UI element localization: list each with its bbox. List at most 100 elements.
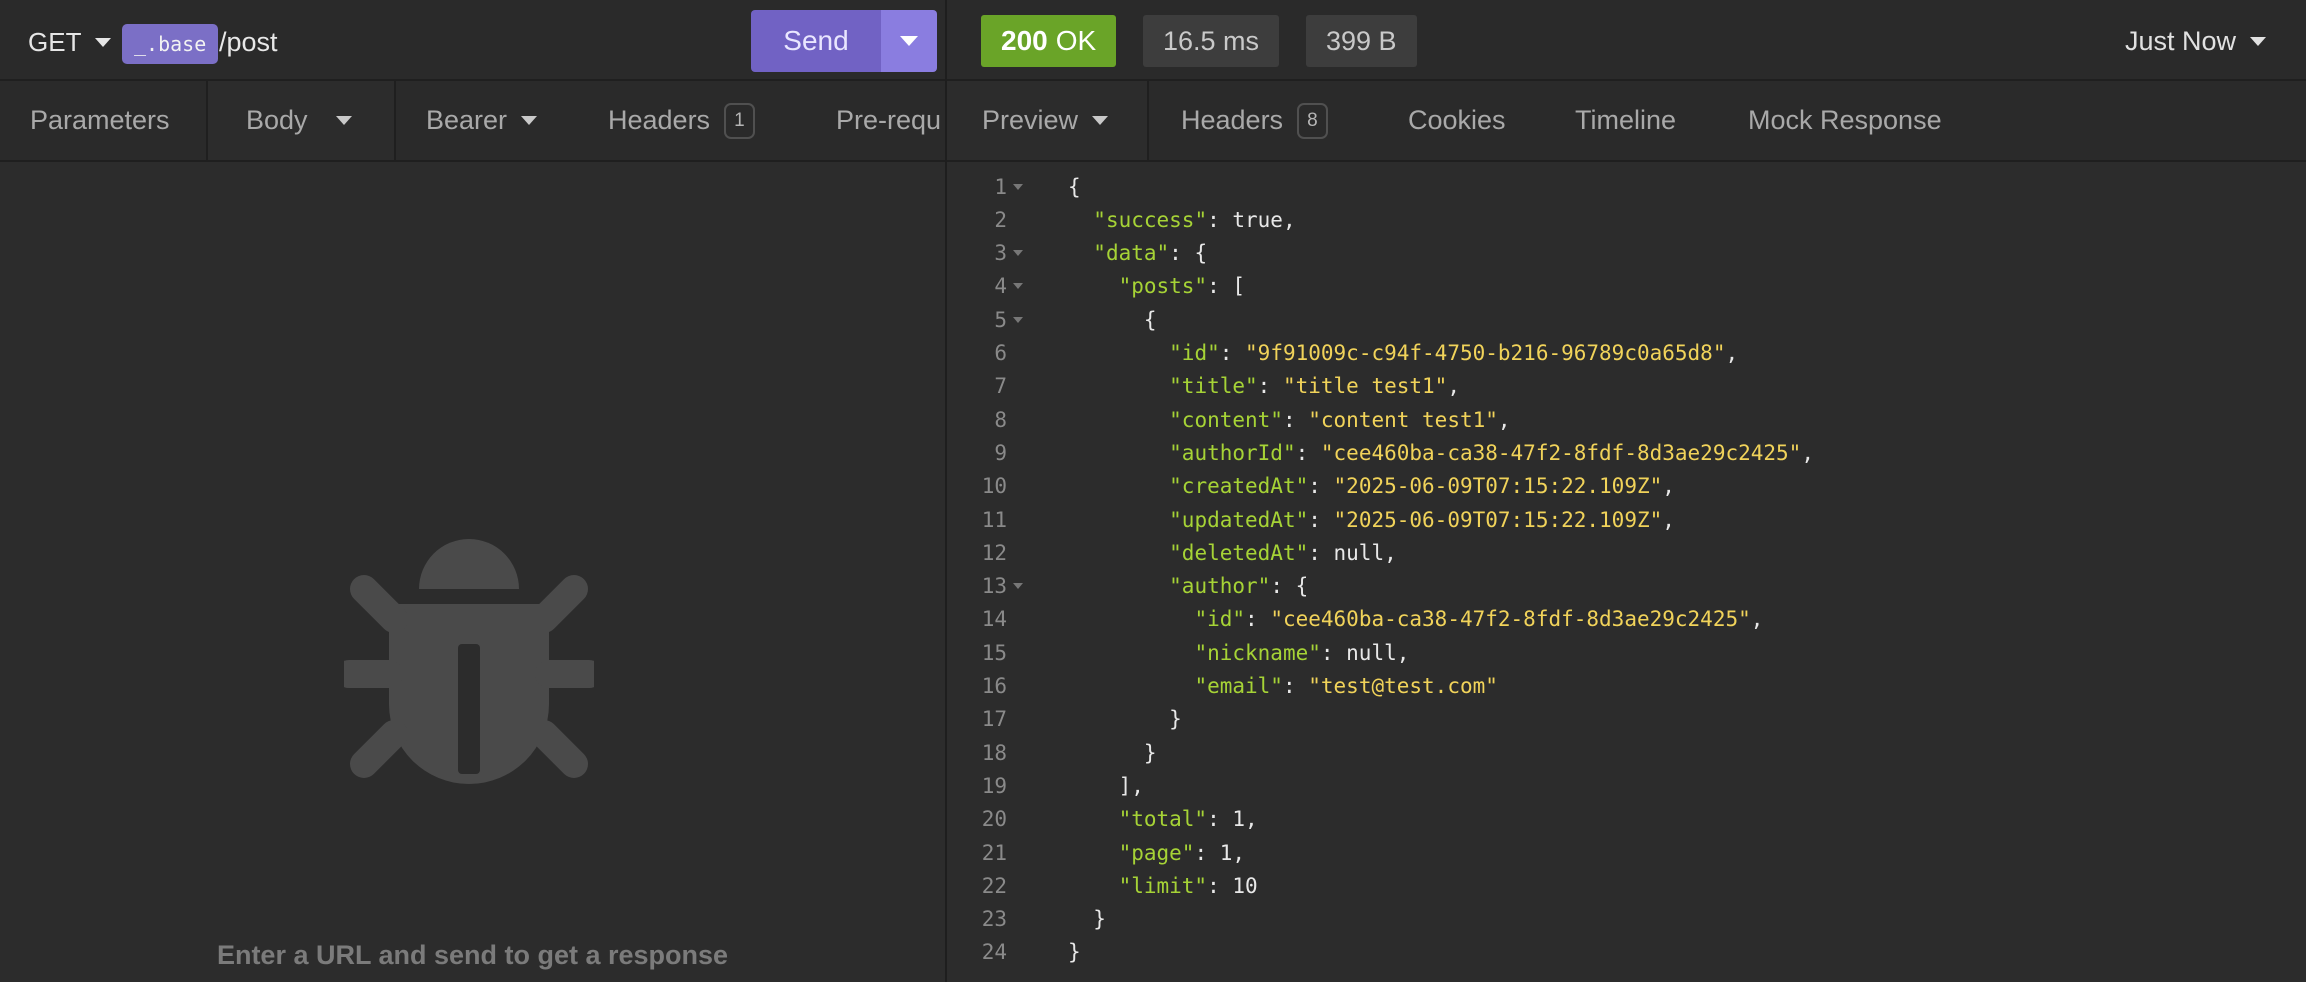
json-punct: ,: [1662, 507, 1675, 532]
status-code: 200: [1001, 25, 1048, 56]
response-pane: 200 OK 16.5 ms 399 B Just Now Preview He…: [947, 0, 2306, 982]
request-pane: GET _.base /post Send Parameters Body Be…: [0, 0, 945, 982]
tab-timeline[interactable]: Timeline: [1575, 81, 1676, 160]
json-key: "posts": [1118, 274, 1208, 299]
json-punct: [1068, 341, 1169, 365]
chevron-down-icon: [335, 116, 352, 125]
tab-parameters[interactable]: Parameters: [30, 81, 170, 160]
code-line: 19 ],: [947, 769, 2306, 802]
tab-pre-request-script[interactable]: Pre-requ: [836, 81, 941, 160]
status-badge: 200 OK: [981, 15, 1117, 67]
code-line: 11 "updatedAt": "2025-06-09T07:15:22.109…: [947, 503, 2306, 536]
code-line: 6 "id": "9f91009c-c94f-4750-b216-96789c0…: [947, 337, 2306, 370]
json-punct: : 1,: [1194, 840, 1246, 865]
json-punct: }: [1068, 740, 1157, 765]
json-punct: : 1,: [1207, 807, 1258, 832]
response-history-dropdown[interactable]: Just Now: [2125, 20, 2266, 62]
code-text: "title": "title test1",: [1068, 374, 1460, 398]
line-number: 5: [994, 307, 1007, 332]
tab-auth-bearer[interactable]: Bearer: [426, 81, 538, 160]
response-status-bar: 200 OK 16.5 ms 399 B Just Now: [947, 0, 2306, 81]
tab-body[interactable]: Body: [208, 81, 394, 160]
code-line: 18 }: [947, 736, 2306, 769]
status-text: OK: [1055, 25, 1097, 56]
json-punct: : null,: [1308, 540, 1397, 565]
fold-toggle-icon[interactable]: [1013, 316, 1023, 323]
json-punct: [1068, 841, 1119, 865]
json-punct: : 10: [1207, 873, 1258, 898]
method-label: GET: [28, 26, 82, 57]
code-line: 24}: [947, 936, 2306, 969]
fold-toggle-icon[interactable]: [1013, 583, 1023, 590]
tab-response-headers[interactable]: Headers 8: [1181, 81, 1328, 160]
code-text: {: [1068, 308, 1157, 332]
tab-cookies[interactable]: Cookies: [1408, 81, 1506, 160]
code-text: "page": 1,: [1068, 841, 1245, 865]
code-text: }: [1068, 741, 1157, 765]
json-key: "limit": [1118, 873, 1208, 898]
history-label: Just Now: [2124, 25, 2236, 56]
code-line: 12 "deletedAt": null,: [947, 536, 2306, 569]
tab-preview[interactable]: Preview: [947, 81, 1147, 160]
code-line: 4 "posts": [: [947, 270, 2306, 303]
json-key: "success": [1093, 207, 1208, 232]
request-tabs: Parameters Body Bearer Headers 1 Pre-req…: [0, 81, 945, 162]
tab-label: Timeline: [1575, 105, 1677, 135]
response-size: 399 B: [1306, 15, 1417, 67]
json-punct: }: [1068, 940, 1081, 965]
line-number: 8: [994, 407, 1007, 432]
send-options-button[interactable]: [881, 10, 937, 72]
json-punct: ,: [1662, 474, 1675, 499]
environment-variable-tag[interactable]: _.base: [122, 24, 219, 64]
json-key: "authorId": [1169, 440, 1296, 465]
tab-label: Pre-requ: [836, 105, 942, 135]
code-text: "authorId": "cee460ba-ca38-47f2-8fdf-8d3…: [1068, 441, 1814, 465]
tab-label: Mock Response: [1748, 105, 1942, 135]
json-punct: [1068, 641, 1194, 665]
code-text: "deletedAt": null,: [1068, 541, 1397, 565]
json-key: "nickname": [1194, 640, 1321, 665]
tab-headers[interactable]: Headers 1: [608, 81, 755, 160]
fold-toggle-icon[interactable]: [1013, 283, 1023, 290]
code-line: 5 {: [947, 303, 2306, 336]
code-line: 10 "createdAt": "2025-06-09T07:15:22.109…: [947, 470, 2306, 503]
json-punct: :: [1245, 607, 1271, 632]
code-text: }: [1068, 907, 1106, 931]
json-punct: [1068, 574, 1169, 598]
code-text: "createdAt": "2025-06-09T07:15:22.109Z",: [1068, 474, 1675, 498]
method-selector[interactable]: GET: [28, 22, 112, 62]
url-input[interactable]: /post: [219, 22, 278, 62]
tab-label: Preview: [982, 105, 1079, 135]
fold-toggle-icon[interactable]: [1013, 250, 1023, 257]
line-number: 14: [981, 607, 1007, 632]
json-key: "updatedAt": [1169, 507, 1309, 532]
line-number: 10: [981, 474, 1007, 499]
line-number: 2: [994, 207, 1007, 232]
line-number: 19: [981, 773, 1007, 798]
tab-label: Bearer: [426, 105, 508, 135]
json-punct: :: [1295, 440, 1321, 465]
json-punct: [1068, 441, 1169, 465]
response-json-viewer[interactable]: 1{2 "success": true, 3 "data": {4 "posts"…: [947, 170, 2306, 982]
json-punct: [1068, 208, 1093, 232]
send-button[interactable]: Send: [751, 10, 881, 72]
json-punct: ,: [1497, 407, 1511, 432]
tab-mock-response[interactable]: Mock Response: [1748, 81, 1942, 160]
json-punct: [1068, 274, 1119, 298]
json-string: "2025-06-09T07:15:22.109Z": [1333, 507, 1663, 532]
json-punct: [1068, 807, 1119, 831]
code-line: 16 "email": "test@test.com": [947, 670, 2306, 703]
json-punct: ],: [1068, 773, 1144, 798]
fold-toggle-icon[interactable]: [1013, 183, 1023, 190]
line-number: 6: [994, 341, 1007, 365]
json-punct: [1068, 508, 1169, 532]
line-number: 16: [981, 674, 1007, 698]
json-punct: : true,: [1207, 207, 1296, 232]
line-number: 21: [981, 840, 1007, 865]
json-punct: [1068, 874, 1119, 898]
json-punct: [1068, 474, 1169, 498]
line-number: 22: [981, 873, 1007, 898]
json-punct: {: [1068, 174, 1081, 199]
response-time: 16.5 ms: [1143, 15, 1280, 67]
json-key: "total": [1118, 807, 1208, 832]
